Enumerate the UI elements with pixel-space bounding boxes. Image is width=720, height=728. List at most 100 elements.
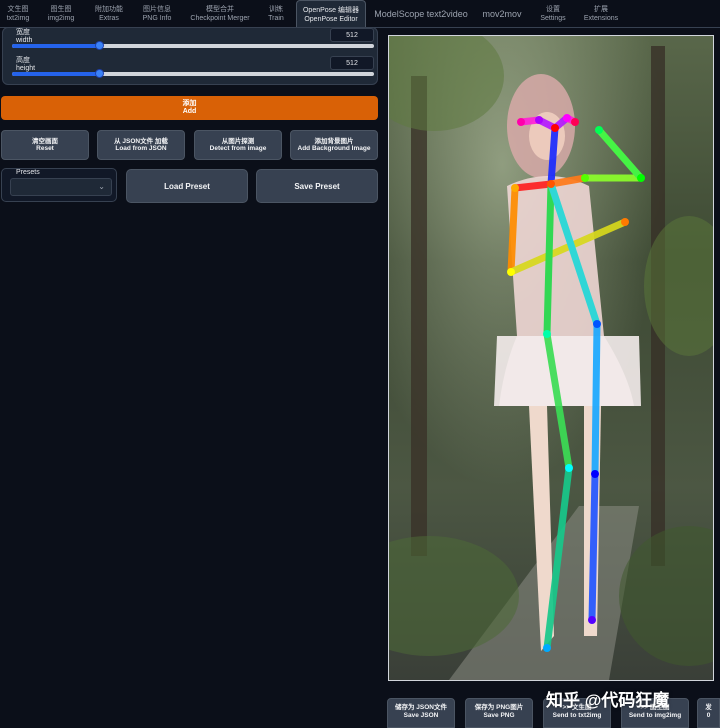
button-label-en: Add Background Image bbox=[297, 145, 371, 152]
tab-label-cn: 图片信息 bbox=[143, 6, 171, 13]
pose-keypoint-shoulder-right[interactable] bbox=[511, 184, 519, 192]
pose-keypoint-knee-right[interactable] bbox=[565, 464, 573, 472]
pose-keypoint-shoulder-left[interactable] bbox=[581, 174, 589, 182]
presets-dropdown-group: Presets ⌄ bbox=[1, 168, 117, 202]
tab-label-en: img2img bbox=[47, 15, 75, 22]
add-background-image-button[interactable]: 添加背景图片 Add Background Image bbox=[290, 130, 378, 160]
width-slider[interactable] bbox=[12, 41, 374, 50]
pose-keypoint-eye-right[interactable] bbox=[535, 116, 543, 124]
button-label-cn: 清空画面 bbox=[32, 137, 58, 145]
pose-keypoint-ankle-left[interactable] bbox=[588, 616, 596, 624]
tab-settings[interactable]: 设置 Settings bbox=[534, 0, 572, 28]
tab-label-cn: 训练 bbox=[269, 6, 283, 13]
detect-from-image-button[interactable]: 从图片探测 Detect from image bbox=[194, 130, 282, 160]
height-number-input[interactable]: 512 bbox=[330, 56, 374, 70]
button-label-cn: 发 bbox=[705, 704, 712, 711]
load-json-button[interactable]: 从 JSON文件 加载 Load from JSON bbox=[97, 130, 185, 160]
button-label-cn: 保存为 PNG图片 bbox=[474, 704, 524, 711]
load-preset-button[interactable]: Load Preset bbox=[126, 169, 248, 203]
chevron-down-icon: ⌄ bbox=[98, 182, 105, 191]
tab-png-info[interactable]: 图片信息 PNG Info bbox=[136, 0, 178, 28]
reset-button[interactable]: 清空画面 Reset bbox=[1, 130, 89, 160]
save-png-button[interactable]: 保存为 PNG图片 Save PNG bbox=[465, 698, 533, 728]
height-slider-thumb[interactable] bbox=[94, 69, 104, 78]
add-label-en: Add bbox=[182, 108, 197, 115]
width-label-cn: 宽度 bbox=[16, 29, 30, 36]
pose-keypoint-neck[interactable] bbox=[547, 180, 555, 188]
pose-canvas-svg[interactable] bbox=[389, 36, 713, 680]
save-preset-button[interactable]: Save Preset bbox=[256, 169, 378, 203]
size-sliders-panel: 宽度 width 512 高度 height 512 bbox=[2, 27, 378, 85]
button-label-en: Reset bbox=[36, 145, 54, 152]
tab-label: mov2mov bbox=[482, 8, 522, 19]
presets-select[interactable]: ⌄ bbox=[10, 178, 112, 196]
pose-limb-upper-arm-right[interactable] bbox=[507, 184, 519, 276]
tab-label-en: Checkpoint Merger bbox=[190, 15, 250, 22]
button-label-en: Send to img2img bbox=[628, 711, 682, 719]
tab-label-cn: OpenPose 编辑器 bbox=[302, 7, 360, 14]
button-label-cn: 从图片探测 bbox=[221, 137, 255, 145]
height-slider[interactable] bbox=[12, 69, 374, 78]
pose-keypoint-elbow-right[interactable] bbox=[507, 268, 515, 276]
pose-keypoint-nose[interactable] bbox=[551, 124, 559, 132]
tab-label-en: OpenPose Editor bbox=[304, 16, 358, 23]
tab-mov2mov[interactable]: mov2mov bbox=[474, 0, 530, 28]
button-label-cn: 储存为 JSON文件 bbox=[394, 704, 447, 711]
tab-label-en: PNG Info bbox=[142, 15, 172, 22]
button-label-en: Load from JSON bbox=[115, 145, 167, 152]
height-slider-row: 高度 height 512 bbox=[3, 56, 379, 84]
tab-extensions[interactable]: 扩展 Extensions bbox=[578, 0, 624, 28]
tree-trunk-left bbox=[411, 76, 427, 556]
button-label-en: Detect from image bbox=[209, 145, 267, 152]
pose-keypoint-elbow-left[interactable] bbox=[637, 174, 645, 182]
tab-label-cn: 附加功能 bbox=[95, 6, 123, 13]
pose-limb-shoulder-right[interactable] bbox=[511, 180, 555, 192]
add-label-cn: 添加 bbox=[182, 100, 197, 107]
pose-limb-neck[interactable] bbox=[547, 124, 559, 188]
pose-keypoint-wrist-right[interactable] bbox=[621, 218, 629, 226]
pose-limb-torso-right[interactable] bbox=[543, 180, 555, 338]
width-number-input[interactable]: 512 bbox=[330, 28, 374, 42]
tab-img2img[interactable]: 图生图 img2img bbox=[40, 0, 82, 28]
tab-label-cn: 图生图 bbox=[50, 6, 72, 13]
height-label-cn: 高度 bbox=[16, 57, 30, 64]
tab-label-en: Extensions bbox=[583, 15, 619, 22]
add-button[interactable]: 添加 Add bbox=[1, 96, 378, 120]
send-to-controlnet-button[interactable]: 发 0 bbox=[697, 698, 720, 728]
pose-keypoint-ear-left[interactable] bbox=[571, 118, 579, 126]
tab-modelscope-text2video[interactable]: ModelScope text2video bbox=[370, 0, 472, 28]
tab-openpose-editor[interactable]: OpenPose 编辑器 OpenPose Editor bbox=[296, 0, 366, 29]
tab-label-en: Extras bbox=[99, 15, 119, 22]
button-label-en: Save JSON bbox=[403, 711, 439, 719]
tab-label-cn: 模型合并 bbox=[206, 6, 234, 13]
openpose-canvas[interactable] bbox=[388, 35, 714, 681]
tab-label-cn: 设置 bbox=[546, 6, 560, 13]
height-slider-fill bbox=[12, 72, 99, 76]
tab-label-en: Settings bbox=[540, 15, 566, 22]
tab-label-en: txt2img bbox=[6, 15, 30, 22]
width-slider-fill bbox=[12, 44, 99, 48]
tab-train[interactable]: 训练 Train bbox=[258, 0, 294, 28]
tab-checkpoint-merger[interactable]: 模型合并 Checkpoint Merger bbox=[186, 0, 254, 28]
pose-keypoint-hip-right[interactable] bbox=[543, 330, 551, 338]
tab-extras[interactable]: 附加功能 Extras bbox=[88, 0, 130, 28]
pose-limb-shin-left[interactable] bbox=[588, 470, 599, 624]
width-slider-thumb[interactable] bbox=[94, 41, 104, 50]
width-slider-row: 宽度 width 512 bbox=[3, 28, 379, 56]
save-json-button[interactable]: 储存为 JSON文件 Save JSON bbox=[387, 698, 455, 728]
pose-keypoint-eye-left[interactable] bbox=[563, 114, 571, 122]
tab-label-cn: 文生图 bbox=[7, 6, 29, 13]
button-label-en: 0 bbox=[706, 711, 711, 719]
pose-keypoint-knee-left[interactable] bbox=[591, 470, 599, 478]
height-label: 高度 height bbox=[16, 57, 35, 73]
tab-txt2img[interactable]: 文生图 txt2img bbox=[0, 0, 36, 28]
button-label-cn: 添加背景图片 bbox=[314, 137, 354, 145]
pose-keypoint-hip-left[interactable] bbox=[593, 320, 601, 328]
pose-keypoint-ankle-right[interactable] bbox=[543, 644, 551, 652]
pose-limb-thigh-left[interactable] bbox=[591, 320, 601, 478]
pose-keypoint-ear-right[interactable] bbox=[517, 118, 525, 126]
presets-label: Presets bbox=[16, 169, 40, 176]
pose-keypoint-wrist-left[interactable] bbox=[595, 126, 603, 134]
button-label-en: Save PNG bbox=[483, 711, 515, 719]
figure-skirt bbox=[494, 336, 641, 406]
